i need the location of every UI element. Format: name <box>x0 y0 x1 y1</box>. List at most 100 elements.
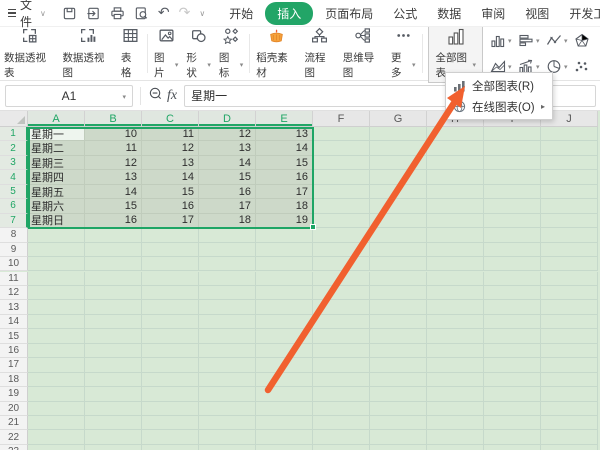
file-menu-button[interactable]: 文件 ∨ <box>0 0 54 30</box>
cell-F16[interactable] <box>313 343 370 359</box>
cell-B6[interactable]: 15 <box>85 199 142 214</box>
cell-B19[interactable] <box>85 387 142 402</box>
cell-I9[interactable] <box>484 242 541 258</box>
cell-C10[interactable] <box>142 257 199 272</box>
tab-home[interactable]: 开始 <box>219 2 263 25</box>
cell-E12[interactable] <box>256 285 313 301</box>
cell-H17[interactable] <box>427 358 484 373</box>
cell-A16[interactable] <box>28 343 85 359</box>
cell-C1[interactable]: 11 <box>142 127 199 142</box>
cell-C7[interactable]: 17 <box>142 213 199 229</box>
cell-J4[interactable] <box>541 170 598 185</box>
cell-H11[interactable] <box>427 271 484 286</box>
row-header-12[interactable]: 12 <box>0 285 28 301</box>
cell-I11[interactable] <box>484 271 541 286</box>
cell-D10[interactable] <box>199 257 256 272</box>
cell-B3[interactable]: 12 <box>85 155 142 171</box>
row-header-22[interactable]: 22 <box>0 430 28 445</box>
cell-A8[interactable] <box>28 228 85 243</box>
cell-E13[interactable] <box>256 300 313 315</box>
menu-item-all-charts[interactable]: 全部图表(R) <box>446 75 552 96</box>
cell-J13[interactable] <box>541 300 598 315</box>
cell-C19[interactable] <box>142 387 199 402</box>
cell-F23[interactable] <box>313 444 370 450</box>
cell-B11[interactable] <box>85 271 142 286</box>
cell-A13[interactable] <box>28 300 85 315</box>
flowchart-button[interactable]: 流程图 <box>301 27 339 80</box>
cell-E15[interactable] <box>256 329 313 344</box>
cell-I5[interactable] <box>484 184 541 200</box>
cell-E16[interactable] <box>256 343 313 359</box>
cell-F1[interactable] <box>313 127 370 142</box>
cell-H7[interactable] <box>427 213 484 229</box>
cell-G8[interactable] <box>370 228 427 243</box>
cell-G10[interactable] <box>370 257 427 272</box>
cell-I7[interactable] <box>484 213 541 229</box>
cell-F13[interactable] <box>313 300 370 315</box>
cell-F22[interactable] <box>313 430 370 445</box>
cell-F15[interactable] <box>313 329 370 344</box>
cell-F2[interactable] <box>313 141 370 156</box>
cell-A12[interactable] <box>28 285 85 301</box>
cell-H3[interactable] <box>427 155 484 171</box>
cell-J3[interactable] <box>541 155 598 171</box>
column-chart-button[interactable]: ▾ <box>488 29 516 52</box>
cell-B21[interactable] <box>85 416 142 431</box>
tab-formulas[interactable]: 公式 <box>383 2 427 25</box>
cell-A20[interactable] <box>28 401 85 416</box>
cell-A6[interactable]: 星期六 <box>28 199 85 214</box>
cell-A5[interactable]: 星期五 <box>28 184 85 200</box>
cell-A10[interactable] <box>28 257 85 272</box>
cell-A17[interactable] <box>28 358 85 373</box>
cell-B9[interactable] <box>85 242 142 258</box>
cell-H16[interactable] <box>427 343 484 359</box>
cell-D18[interactable] <box>199 372 256 388</box>
row-header-17[interactable]: 17 <box>0 358 28 373</box>
cell-I19[interactable] <box>484 387 541 402</box>
pivot-table-button[interactable]: 数据透视表 <box>0 27 58 80</box>
cell-D8[interactable] <box>199 228 256 243</box>
cell-D17[interactable] <box>199 358 256 373</box>
column-header-D[interactable]: D <box>199 111 256 127</box>
fill-handle[interactable] <box>310 224 316 230</box>
cell-A19[interactable] <box>28 387 85 402</box>
cell-F8[interactable] <box>313 228 370 243</box>
cell-H8[interactable] <box>427 228 484 243</box>
cell-C6[interactable]: 16 <box>142 199 199 214</box>
cell-A2[interactable]: 星期二 <box>28 141 85 156</box>
tab-view[interactable]: 视图 <box>515 2 559 25</box>
cell-G17[interactable] <box>370 358 427 373</box>
shapes-button[interactable]: 形状 ▾ <box>182 27 214 80</box>
cell-C18[interactable] <box>142 372 199 388</box>
cell-B17[interactable] <box>85 358 142 373</box>
cell-C11[interactable] <box>142 271 199 286</box>
cell-D20[interactable] <box>199 401 256 416</box>
cell-I12[interactable] <box>484 285 541 301</box>
cell-I6[interactable] <box>484 199 541 214</box>
cell-H5[interactable] <box>427 184 484 200</box>
table-button[interactable]: 表格 <box>117 27 145 80</box>
cell-D13[interactable] <box>199 300 256 315</box>
cell-A4[interactable]: 星期四 <box>28 170 85 185</box>
cell-G23[interactable] <box>370 444 427 450</box>
row-header-20[interactable]: 20 <box>0 401 28 416</box>
cell-F20[interactable] <box>313 401 370 416</box>
cell-C5[interactable]: 15 <box>142 184 199 200</box>
cell-J1[interactable] <box>541 127 598 142</box>
cell-G16[interactable] <box>370 343 427 359</box>
line-chart-button[interactable]: ▾ <box>544 29 572 52</box>
cell-F5[interactable] <box>313 184 370 200</box>
cell-I21[interactable] <box>484 416 541 431</box>
cell-I17[interactable] <box>484 358 541 373</box>
row-header-9[interactable]: 9 <box>0 242 28 258</box>
cell-H15[interactable] <box>427 329 484 344</box>
cell-D22[interactable] <box>199 430 256 445</box>
cell-C16[interactable] <box>142 343 199 359</box>
select-all-corner[interactable] <box>0 111 28 127</box>
row-header-2[interactable]: 2 <box>0 141 28 156</box>
cell-D3[interactable]: 14 <box>199 155 256 171</box>
cell-E4[interactable]: 16 <box>256 170 313 185</box>
cell-I18[interactable] <box>484 372 541 388</box>
cell-A21[interactable] <box>28 416 85 431</box>
undo-icon[interactable]: ↶ <box>158 6 170 20</box>
